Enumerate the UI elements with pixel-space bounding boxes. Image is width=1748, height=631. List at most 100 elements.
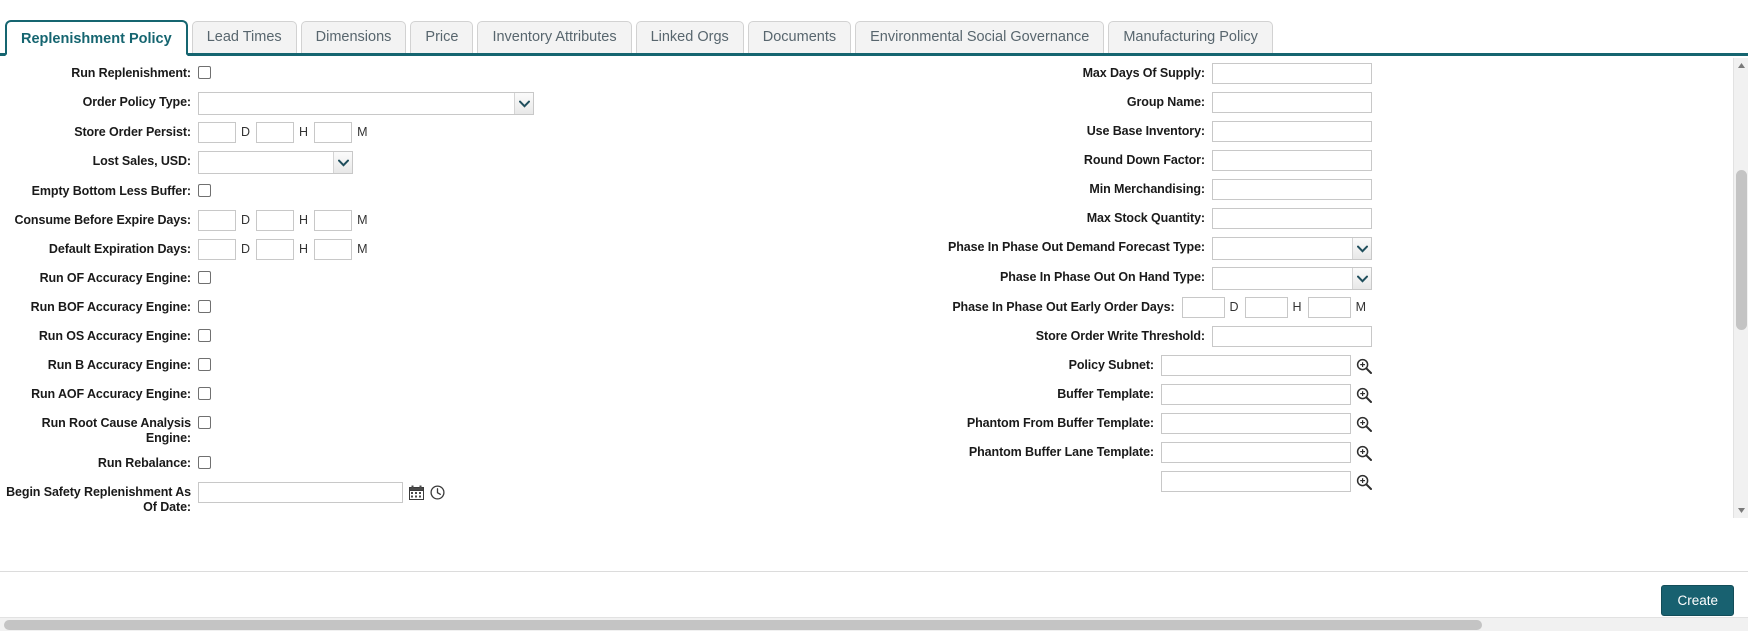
- input-store-order-persist-d[interactable]: [198, 122, 236, 143]
- form-row-buffer-template: Buffer Template:: [672, 384, 1372, 406]
- form-row-phase-in-phase-out-demand-forecast-type: Phase In Phase Out Demand Forecast Type:: [672, 237, 1372, 260]
- scroll-down-arrow-icon[interactable]: [1734, 503, 1748, 518]
- checkbox-run-os-accuracy-engine[interactable]: [198, 329, 211, 342]
- input-buffer-template[interactable]: [1161, 384, 1351, 405]
- field-control-run-aof-accuracy-engine: [198, 384, 211, 400]
- form-row-field: [672, 471, 1372, 493]
- checkbox-run-rebalance[interactable]: [198, 456, 211, 469]
- form-row-min-merchandising: Min Merchandising:: [672, 179, 1372, 201]
- input-default-expiration-days-d[interactable]: [198, 239, 236, 260]
- tab-documents[interactable]: Documents: [747, 21, 852, 53]
- field-label-run-of-accuracy-engine: Run OF Accuracy Engine:: [39, 271, 192, 285]
- input-field[interactable]: [1161, 471, 1351, 492]
- magnifier-icon[interactable]: [1356, 357, 1372, 374]
- input-consume-before-expire-days-m[interactable]: [314, 210, 353, 231]
- field-label-empty-bottom-less-buffer: Empty Bottom Less Buffer:: [31, 184, 191, 198]
- vertical-scrollbar[interactable]: [1733, 58, 1748, 518]
- checkbox-run-b-accuracy-engine[interactable]: [198, 358, 211, 371]
- checkbox-run-root-cause-analysis-engine[interactable]: [198, 416, 211, 429]
- tab-inventory-attributes[interactable]: Inventory Attributes: [477, 21, 632, 53]
- field-label-begin-safety-replenishment-as-of-date: Begin Safety Replenishment As Of Date:: [6, 485, 191, 514]
- input-policy-subnet[interactable]: [1161, 355, 1351, 376]
- horizontal-scrollbar-thumb[interactable]: [4, 620, 1482, 630]
- form-row-policy-subnet: Policy Subnet:: [672, 355, 1372, 377]
- input-min-merchandising[interactable]: [1212, 179, 1372, 200]
- checkbox-run-bof-accuracy-engine[interactable]: [198, 300, 211, 313]
- form-row-run-replenishment: Run Replenishment:: [0, 63, 672, 85]
- field-control-phantom-from-buffer-template: [1161, 413, 1372, 434]
- input-begin-safety-replenishment-as-of-date[interactable]: [198, 482, 403, 503]
- field-control-order-policy-type: [198, 92, 534, 115]
- field-label-consume-before-expire-days: Consume Before Expire Days:: [14, 213, 191, 227]
- scroll-up-arrow-icon[interactable]: [1734, 58, 1748, 73]
- checkbox-run-replenishment[interactable]: [198, 66, 211, 79]
- tab-price[interactable]: Price: [410, 21, 474, 53]
- field-control-round-down-factor: [1212, 150, 1372, 171]
- input-group-name[interactable]: [1212, 92, 1372, 113]
- input-consume-before-expire-days-d[interactable]: [198, 210, 236, 231]
- field-control-min-merchandising: [1212, 179, 1372, 200]
- field-control-phase-in-phase-out-on-hand-type: [1212, 267, 1372, 290]
- input-default-expiration-days-m[interactable]: [314, 239, 353, 260]
- input-round-down-factor[interactable]: [1212, 150, 1372, 171]
- field-label-run-root-cause-analysis-engine: Run Root Cause Analysis Engine:: [41, 416, 191, 445]
- tab-environmental-social-governance[interactable]: Environmental Social Governance: [855, 21, 1105, 53]
- field-control-field: [1161, 471, 1372, 492]
- checkbox-run-aof-accuracy-engine[interactable]: [198, 387, 211, 400]
- create-button[interactable]: Create: [1661, 585, 1734, 616]
- input-phantom-from-buffer-template[interactable]: [1161, 413, 1351, 434]
- field-control-begin-safety-replenishment-as-of-date: [198, 482, 445, 503]
- clock-icon[interactable]: [429, 484, 445, 501]
- magnifier-icon[interactable]: [1356, 473, 1372, 490]
- field-control-run-os-accuracy-engine: [198, 326, 211, 342]
- field-control-policy-subnet: [1161, 355, 1372, 376]
- vertical-scrollbar-thumb[interactable]: [1736, 170, 1747, 330]
- select-phase-in-phase-out-demand-forecast-type[interactable]: [1212, 237, 1372, 260]
- field-label-phase-in-phase-out-demand-forecast-type: Phase In Phase Out Demand Forecast Type:: [948, 240, 1205, 254]
- input-phase-in-phase-out-early-order-days-m[interactable]: [1307, 297, 1351, 318]
- chevron-down-icon[interactable]: [333, 152, 352, 173]
- form-row-phantom-from-buffer-template: Phantom From Buffer Template:: [672, 413, 1372, 435]
- magnifier-icon[interactable]: [1356, 415, 1372, 432]
- tab-dimensions[interactable]: Dimensions: [300, 21, 407, 53]
- input-consume-before-expire-days-h[interactable]: [256, 210, 295, 231]
- magnifier-icon[interactable]: [1356, 444, 1372, 461]
- magnifier-icon[interactable]: [1356, 386, 1372, 403]
- input-phase-in-phase-out-early-order-days-d[interactable]: [1181, 297, 1225, 318]
- field-control-run-rebalance: [198, 453, 211, 469]
- calendar-icon[interactable]: [408, 484, 424, 501]
- field-control-run-of-accuracy-engine: [198, 268, 211, 284]
- select-value-phase-in-phase-out-on-hand-type: [1213, 268, 1352, 289]
- tab-manufacturing-policy[interactable]: Manufacturing Policy: [1108, 21, 1273, 53]
- form-row-empty-bottom-less-buffer: Empty Bottom Less Buffer:: [0, 181, 672, 203]
- field-control-max-days-of-supply: [1212, 63, 1372, 84]
- input-phantom-buffer-lane-template[interactable]: [1161, 442, 1351, 463]
- tab-replenishment-policy[interactable]: Replenishment Policy: [5, 20, 188, 56]
- checkbox-empty-bottom-less-buffer[interactable]: [198, 184, 211, 197]
- field-label-group-name: Group Name:: [1126, 95, 1205, 109]
- input-max-stock-quantity[interactable]: [1212, 208, 1372, 229]
- field-label-order-policy-type: Order Policy Type:: [82, 95, 192, 109]
- form-row-run-root-cause-analysis-engine: Run Root Cause Analysis Engine:: [0, 413, 672, 446]
- checkbox-run-of-accuracy-engine[interactable]: [198, 271, 211, 284]
- input-default-expiration-days-h[interactable]: [256, 239, 295, 260]
- input-store-order-persist-m[interactable]: [314, 122, 353, 143]
- form-row-run-aof-accuracy-engine: Run AOF Accuracy Engine:: [0, 384, 672, 406]
- select-phase-in-phase-out-on-hand-type[interactable]: [1212, 267, 1372, 290]
- input-store-order-persist-h[interactable]: [256, 122, 295, 143]
- tab-linked-orgs[interactable]: Linked Orgs: [635, 21, 744, 53]
- form-row-run-b-accuracy-engine: Run B Accuracy Engine:: [0, 355, 672, 377]
- select-lost-sales-usd[interactable]: [198, 151, 353, 174]
- input-phase-in-phase-out-early-order-days-h[interactable]: [1244, 297, 1288, 318]
- input-store-order-write-threshold[interactable]: [1212, 326, 1372, 347]
- chevron-down-icon[interactable]: [1352, 238, 1371, 259]
- input-use-base-inventory[interactable]: [1212, 121, 1372, 142]
- horizontal-scrollbar[interactable]: [0, 617, 1748, 631]
- input-max-days-of-supply[interactable]: [1212, 63, 1372, 84]
- chevron-down-icon[interactable]: [514, 93, 533, 114]
- select-order-policy-type[interactable]: [198, 92, 534, 115]
- form-row-begin-safety-replenishment-as-of-date: Begin Safety Replenishment As Of Date:: [0, 482, 672, 515]
- tab-lead-times[interactable]: Lead Times: [191, 21, 297, 53]
- chevron-down-icon[interactable]: [1352, 268, 1371, 289]
- replenishment-policy-form-page: Replenishment Policy Lead Times Dimensions…: [0, 0, 1748, 631]
